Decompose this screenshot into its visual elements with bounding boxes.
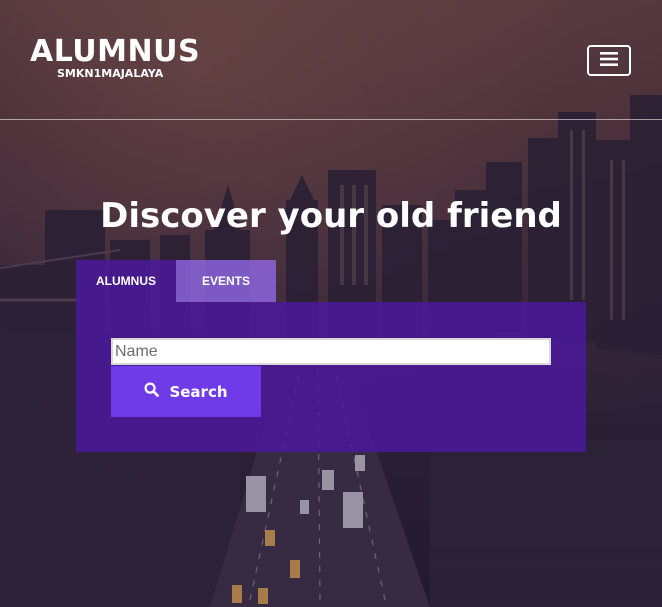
menu-toggle-button[interactable] bbox=[587, 45, 631, 76]
tab-events[interactable]: EVENTS bbox=[176, 260, 276, 302]
name-search-input[interactable] bbox=[111, 338, 551, 365]
search-icon bbox=[144, 382, 160, 401]
brand-subtitle: SMKN1MAJALAYA bbox=[57, 67, 164, 80]
header-divider bbox=[0, 119, 662, 120]
search-button-label: Search bbox=[169, 382, 228, 401]
search-tabs: ALUMNUS EVENTS bbox=[76, 260, 276, 302]
brand-logo[interactable]: ALUMNUS SMKN1MAJALAYA bbox=[30, 36, 200, 80]
brand-title: ALUMNUS bbox=[30, 34, 201, 69]
search-button[interactable]: Search bbox=[111, 366, 261, 417]
tab-alumnus[interactable]: ALUMNUS bbox=[76, 260, 176, 302]
hero-title: Discover your old friend bbox=[100, 196, 562, 236]
hamburger-icon bbox=[600, 51, 618, 70]
